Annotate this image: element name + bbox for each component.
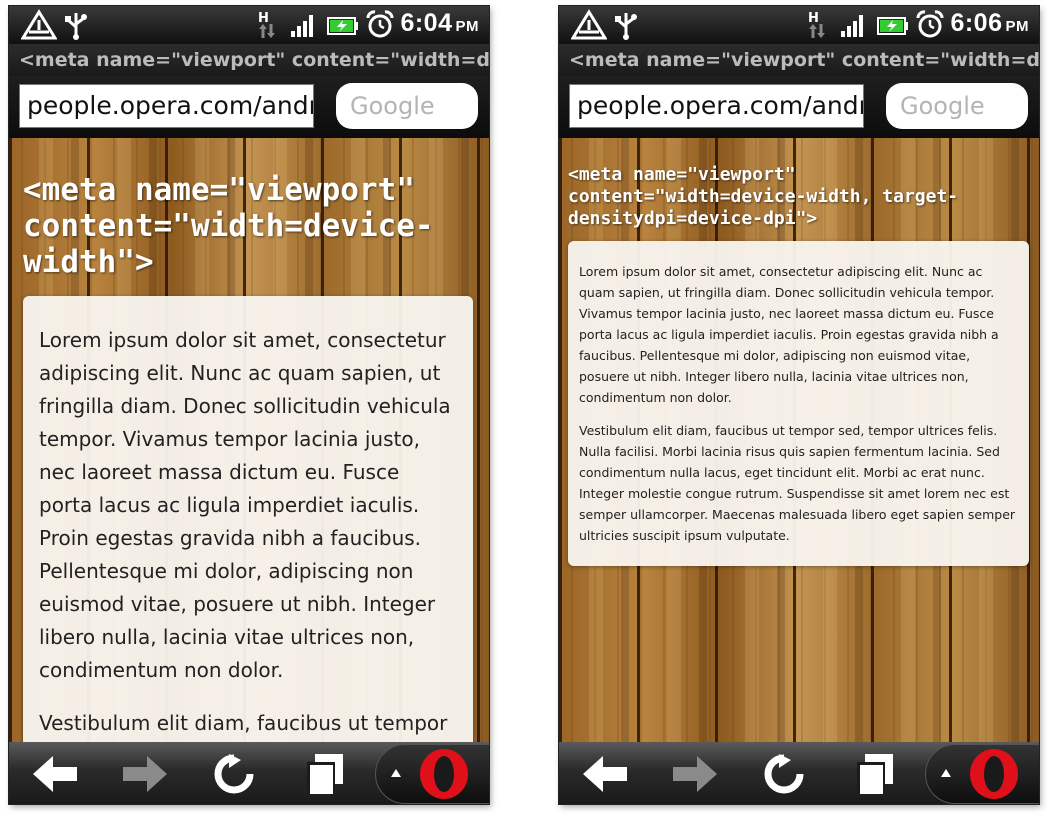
page-heading: <meta name="viewport" content="width=dev… <box>23 172 434 280</box>
opera-menu-area[interactable] <box>375 744 489 804</box>
opera-logo-icon[interactable] <box>418 748 470 800</box>
signal-icon <box>291 15 313 37</box>
text-card: Lorem ipsum dolor sit amet, consectetur … <box>23 296 473 742</box>
search-field[interactable]: Google <box>886 83 1028 129</box>
signal-icon <box>841 15 863 37</box>
address-bar: people.opera.com/andrea Google <box>9 76 489 138</box>
usb-icon <box>65 13 87 40</box>
status-bar: H 6:04 PM <box>9 6 489 44</box>
browser-toolbar <box>9 742 489 804</box>
tabs-icon[interactable] <box>301 754 351 794</box>
alarm-icon <box>916 10 944 38</box>
address-bar: people.opera.com/andrea Google <box>559 76 1039 138</box>
menu-up-icon[interactable] <box>940 767 952 779</box>
search-field[interactable]: Google <box>336 83 478 129</box>
paragraph: Vestibulum elit diam, faucibus ut tempor… <box>579 423 1016 543</box>
tabs-icon[interactable] <box>851 754 901 794</box>
back-arrow-icon[interactable] <box>31 754 81 794</box>
page-heading: <meta name="viewport" content="width=dev… <box>568 164 959 229</box>
web-content: <meta name="viewport" content="width=dev… <box>9 138 489 742</box>
url-field[interactable]: people.opera.com/andrea <box>19 84 314 128</box>
back-arrow-icon[interactable] <box>581 754 631 794</box>
usb-icon <box>615 13 637 40</box>
svg-text:H: H <box>258 11 269 26</box>
status-clock: 6:06 PM <box>950 9 1029 37</box>
phone-screen-right: H 6:06 PM <meta name="viewport" content="… <box>559 6 1039 804</box>
browser-toolbar <box>559 742 1039 804</box>
paragraph: Lorem ipsum dolor sit amet, consectetur … <box>579 264 999 405</box>
reload-icon[interactable] <box>759 754 809 794</box>
opera-logo-icon[interactable] <box>968 748 1020 800</box>
battery-charging-icon <box>327 17 358 35</box>
phone-screen-left: H 6:04 PM <meta name="viewport" content="… <box>9 6 489 804</box>
page-title: <meta name="viewport" content="width=dev… <box>559 44 1039 76</box>
text-card: Lorem ipsum dolor sit amet, consectetur … <box>568 241 1029 566</box>
warning-icon <box>21 9 57 40</box>
menu-up-icon[interactable] <box>390 767 402 779</box>
svg-text:H: H <box>808 11 819 26</box>
warning-icon <box>571 9 607 40</box>
reload-icon[interactable] <box>209 754 259 794</box>
forward-arrow-icon[interactable] <box>669 754 719 794</box>
hspa-data-icon: H <box>808 11 825 38</box>
status-clock: 6:04 PM <box>400 9 479 37</box>
alarm-icon <box>366 10 394 38</box>
page-title: <meta name="viewport" content="width=dev… <box>9 44 489 76</box>
battery-charging-icon <box>877 17 908 35</box>
forward-arrow-icon[interactable] <box>119 754 169 794</box>
paragraph: Vestibulum elit diam, faucibus ut tempor… <box>39 711 448 735</box>
status-bar: H 6:06 PM <box>559 6 1039 44</box>
hspa-data-icon: H <box>258 11 275 38</box>
opera-menu-area[interactable] <box>925 744 1039 804</box>
url-field[interactable]: people.opera.com/andrea <box>569 84 864 128</box>
paragraph: Lorem ipsum dolor sit amet, consectetur … <box>39 328 451 682</box>
web-content: <meta name="viewport" content="width=dev… <box>559 138 1039 742</box>
